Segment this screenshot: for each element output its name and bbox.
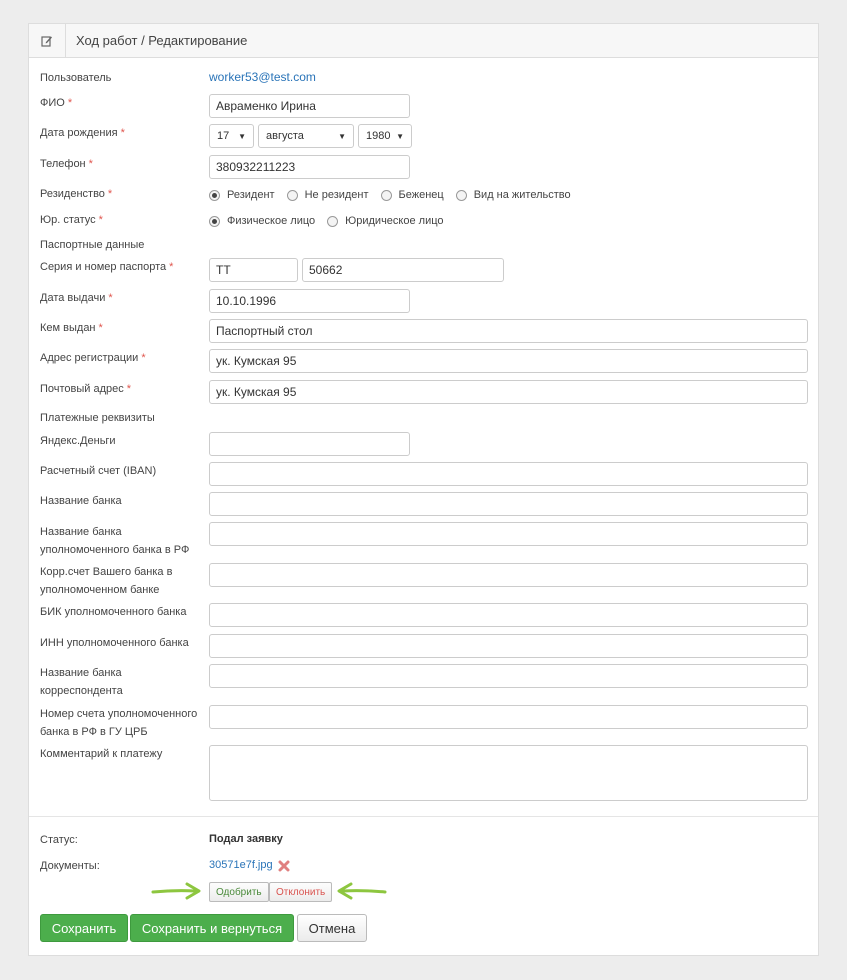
issue-date-input[interactable]	[209, 289, 410, 313]
cancel-button[interactable]: Отмена	[297, 914, 367, 942]
account-input[interactable]	[209, 705, 808, 729]
post-address-input[interactable]	[209, 380, 808, 404]
status-value: Подал заявку	[209, 833, 283, 845]
passport-section-title: Паспортные данные	[40, 239, 145, 251]
corr-account-label: Корр.счет Вашего банка в уполномоченном б…	[40, 566, 173, 596]
radio-legal-entity[interactable]: Юридическое лицо	[327, 215, 444, 227]
yandex-input[interactable]	[209, 432, 410, 456]
comment-label: Комментарий к платежу	[40, 748, 163, 760]
post-address-label: Почтовый адрес *	[40, 383, 132, 395]
chevron-down-icon: ▼	[338, 131, 346, 141]
bank-name-label: Название банка	[40, 495, 122, 507]
save-and-return-button[interactable]: Сохранить и вернуться	[130, 914, 294, 942]
edit-icon	[29, 23, 66, 58]
passport-series-input[interactable]	[209, 258, 298, 282]
radio-individual[interactable]: Физическое лицо	[209, 215, 315, 227]
yandex-label: Яндекс.Деньги	[40, 435, 116, 447]
bank-name-input[interactable]	[209, 492, 808, 516]
comment-textarea[interactable]	[209, 745, 808, 801]
chevron-down-icon: ▼	[238, 131, 246, 141]
iban-input[interactable]	[209, 462, 808, 486]
chevron-down-icon: ▼	[396, 131, 404, 141]
bik-label: БИК уполномоченного банка	[40, 606, 187, 618]
arrow-left-icon	[337, 882, 387, 900]
approve-button[interactable]: Одобрить	[209, 882, 269, 902]
bik-input[interactable]	[209, 603, 808, 627]
panel-header: Ход работ / Редактирование	[29, 23, 818, 58]
birth-year-select[interactable]: 1980 ▼	[358, 124, 412, 148]
save-button[interactable]: Сохранить	[40, 914, 128, 942]
payment-section-title: Платежные реквизиты	[40, 412, 155, 424]
divider	[29, 816, 818, 817]
documents-label: Документы:	[40, 860, 100, 872]
reg-address-input[interactable]	[209, 349, 808, 373]
issued-by-label: Кем выдан *	[40, 322, 103, 334]
corr-bank-input[interactable]	[209, 664, 808, 688]
legal-status-label: Юр. статус *	[40, 214, 103, 226]
issue-date-label: Дата выдачи *	[40, 292, 113, 304]
edit-panel: Ход работ / Редактирование Пользователь …	[28, 23, 819, 956]
auth-bank-input[interactable]	[209, 522, 808, 546]
iban-label: Расчетный счет (IBAN)	[40, 465, 157, 477]
birth-day-select[interactable]: 17 ▼	[209, 124, 254, 148]
phone-input[interactable]	[209, 155, 410, 179]
phone-label: Телефон *	[40, 158, 93, 170]
radio-non-resident[interactable]: Не резидент	[286, 189, 369, 201]
issued-by-input[interactable]	[209, 319, 808, 343]
auth-bank-label: Название банка уполномоченного банка в РФ	[40, 526, 190, 556]
corr-account-input[interactable]	[209, 563, 808, 587]
radio-residence-permit[interactable]: Вид на жительство	[455, 189, 571, 201]
radio-refugee[interactable]: Беженец	[380, 189, 444, 201]
user-label: Пользователь	[40, 72, 112, 84]
reject-button[interactable]: Отклонить	[269, 882, 333, 902]
birth-month-select[interactable]: августа ▼	[258, 124, 354, 148]
fio-input[interactable]	[209, 94, 410, 118]
passport-number-input[interactable]	[302, 258, 504, 282]
delete-icon[interactable]	[278, 860, 290, 872]
reg-address-label: Адрес регистрации *	[40, 352, 146, 364]
account-label: Номер счета уполномоченного банка в РФ в …	[40, 708, 198, 738]
passport-label: Серия и номер паспорта *	[40, 261, 174, 273]
document-file-link[interactable]: 30571e7f.jpg	[209, 859, 273, 871]
page-title: Ход работ / Редактирование	[76, 33, 248, 48]
fio-label: ФИО *	[40, 97, 73, 109]
legal-status-radio-group: Физическое лицо Юридическое лицо	[209, 212, 456, 230]
birthdate-label: Дата рождения *	[40, 127, 125, 139]
residency-radio-group: Резидент Не резидент Беженец Вид на жите…	[209, 186, 583, 204]
corr-bank-label: Название банка корреспондента	[40, 667, 123, 697]
radio-resident[interactable]: Резидент	[209, 189, 275, 201]
residency-label: Резиденство *	[40, 188, 113, 200]
inn-input[interactable]	[209, 634, 808, 658]
inn-label: ИНН уполномоченного банка	[40, 637, 189, 649]
status-label: Статус:	[40, 834, 78, 846]
user-email-link[interactable]: worker53@test.com	[209, 70, 316, 84]
arrow-right-icon	[151, 882, 201, 900]
